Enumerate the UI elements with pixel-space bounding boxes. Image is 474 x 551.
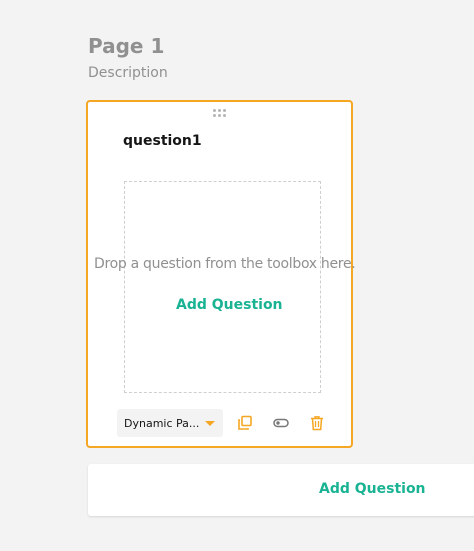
page-description[interactable]: Description [88,65,168,81]
duplicate-icon [238,415,252,430]
chevron-down-icon [205,421,215,426]
required-toggle-button[interactable] [271,413,291,433]
page-title: Page 1 [88,34,165,58]
drag-handle-icon[interactable] [213,109,229,119]
question-type-select[interactable]: Dynamic Pa... [117,409,223,437]
question-drop-zone[interactable] [124,181,321,393]
trash-icon [311,416,323,431]
question-type-label: Dynamic Pa... [124,416,200,430]
question-card[interactable]: question1 Drop a question from the toolb… [86,100,356,448]
question-toolbar: Dynamic Pa... [117,408,327,438]
delete-button[interactable] [307,413,327,433]
question-title[interactable]: question1 [123,133,202,149]
duplicate-button[interactable] [235,413,255,433]
toggle-icon [273,418,289,428]
add-question-panel[interactable]: Add Question [88,464,474,516]
add-question-link[interactable]: Add Question [176,297,283,313]
drop-zone-placeholder: Drop a question from the toolbox here. [94,256,356,272]
add-question-button[interactable]: Add Question [319,481,426,497]
